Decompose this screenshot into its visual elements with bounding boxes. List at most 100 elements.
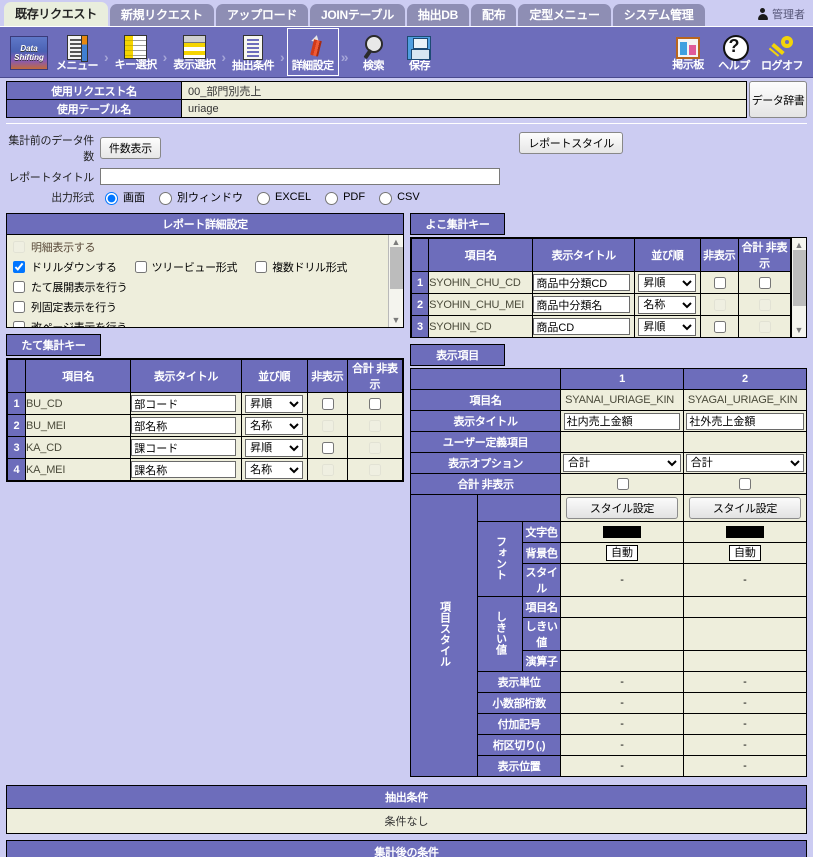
checkbox-pagebreak[interactable]: [13, 321, 25, 327]
radio-pdf-input[interactable]: [325, 192, 339, 205]
tab-extract-db[interactable]: 抽出DB: [406, 4, 470, 26]
tate-row4-total-checkbox[interactable]: [369, 463, 382, 476]
radio-csv-input[interactable]: [379, 192, 393, 205]
col1-font-color-swatch[interactable]: [603, 526, 642, 539]
yoko-row2-total-checkbox[interactable]: [758, 298, 771, 311]
tate-row2-hide-checkbox[interactable]: [321, 419, 334, 432]
yoko-row3-order-select[interactable]: 昇順: [638, 317, 697, 336]
show-count-button[interactable]: 件数表示: [100, 137, 161, 159]
scroll-thumb[interactable]: [390, 247, 403, 289]
scroll-down-arrow-icon[interactable]: ▼: [795, 323, 804, 337]
yoko-row3-hide-checkbox[interactable]: [713, 320, 726, 333]
toolbar-display-select-button[interactable]: 表示選択: [169, 28, 219, 76]
tate-row1-order-select[interactable]: 昇順: [245, 394, 304, 413]
tab-new-request[interactable]: 新規リクエスト: [109, 4, 214, 26]
yoko-row2-order-select[interactable]: 名称: [638, 295, 697, 314]
drilldown-sub-treeview: ツリービュー形式: [134, 259, 238, 275]
tate-row2-order-select[interactable]: 名称: [245, 416, 304, 435]
yoko-row1-title-input[interactable]: [533, 274, 631, 291]
table-name-row: 使用テーブル名 uriage: [6, 99, 747, 118]
toolbar-bulletin-board-button[interactable]: 掲示板: [665, 28, 711, 76]
toolbar-logoff-button[interactable]: ログオフ: [757, 28, 807, 76]
checkbox-drilldown[interactable]: [13, 261, 25, 273]
tate-row3-title-input[interactable]: [131, 439, 237, 456]
col1-display-option-select[interactable]: 合計: [563, 454, 682, 472]
tab-distribute[interactable]: 配布: [471, 4, 517, 26]
tab-system-admin[interactable]: システム管理: [612, 4, 705, 26]
toolbar-detail-settings-button[interactable]: 詳細設定: [286, 28, 339, 76]
yoko-row2-hide-checkbox[interactable]: [713, 298, 726, 311]
tate-row3-total-checkbox[interactable]: [369, 441, 382, 454]
tate-row1-total-checkbox[interactable]: [369, 397, 382, 410]
col1-style-settings-button[interactable]: スタイル設定: [566, 497, 679, 519]
yoko-row2-title-input[interactable]: [533, 296, 631, 313]
col2-style-settings-button[interactable]: スタイル設定: [688, 497, 802, 519]
checkbox-vertical-expand[interactable]: [13, 281, 25, 293]
tab-existing-request[interactable]: 既存リクエスト: [4, 2, 108, 26]
yoko-row1-total-checkbox[interactable]: [758, 276, 771, 289]
tate-row1-hide-checkbox[interactable]: [321, 397, 334, 410]
col2-display-option-select[interactable]: 合計: [685, 454, 805, 472]
radio-option-excel[interactable]: EXCEL: [252, 189, 311, 205]
bulletin-board-icon: [676, 37, 700, 59]
scroll-thumb[interactable]: [793, 250, 806, 306]
tate-row4-hide-checkbox[interactable]: [321, 463, 334, 476]
col2-font-color-swatch[interactable]: [725, 526, 764, 539]
app-logo[interactable]: Data Shifting: [6, 28, 52, 76]
tate-row4-title-input[interactable]: [131, 461, 237, 478]
yoko-row3-title-input[interactable]: [533, 318, 631, 335]
tab-join-table[interactable]: JOINテーブル: [310, 4, 405, 26]
radio-excel-input[interactable]: [257, 192, 270, 205]
checkbox-treeview-format[interactable]: [134, 261, 147, 273]
yoko-row1-hide-checkbox[interactable]: [713, 276, 726, 289]
yoko-key-scrollbar[interactable]: ▲ ▼: [791, 238, 806, 337]
report-title-input[interactable]: [100, 168, 500, 185]
toolbar-filter-condition-button[interactable]: 抽出条件: [228, 28, 278, 76]
col1-display-title-input[interactable]: [563, 412, 681, 430]
data-dictionary-button[interactable]: データ辞書: [749, 81, 807, 118]
table-row: 4 SYOHIN_MEI 名称: [412, 338, 791, 339]
tate-row3-order-select[interactable]: 昇順: [245, 438, 304, 457]
radio-newwindow-input[interactable]: [159, 192, 172, 205]
tate-row2-total-checkbox[interactable]: [369, 419, 382, 432]
col2-total-hide-checkbox[interactable]: [739, 478, 752, 490]
tate-row2-title-input[interactable]: [131, 417, 237, 434]
col2-display-position: -: [682, 755, 808, 777]
col1-threshold-field: [560, 596, 684, 618]
checkbox-detail-display[interactable]: [13, 241, 25, 253]
report-style-button[interactable]: レポートスタイル: [519, 132, 623, 154]
yoko-row3-total-checkbox[interactable]: [758, 320, 771, 333]
report-detail-options-list: 明細表示する ドリルダウンする ツリービュー形式 複数ドリル形式 たて展開表示を…: [7, 235, 403, 327]
toolbar-help-button[interactable]: ヘルプ: [711, 28, 757, 76]
tate-row1-title-input[interactable]: [131, 395, 237, 412]
tate-row4-order-select[interactable]: 名称: [245, 460, 304, 479]
toolbar-save-button[interactable]: 保存: [396, 28, 442, 76]
data-count-row: 集計前のデータ件数 件数表示 レポートスタイル: [8, 132, 805, 164]
report-detail-scrollbar[interactable]: ▲ ▼: [388, 235, 403, 327]
tab-standard-menu[interactable]: 定型メニュー: [518, 4, 611, 26]
col2-display-title-input[interactable]: [686, 412, 804, 430]
tate-row3-field: KA_CD: [25, 436, 132, 459]
radio-screen-input[interactable]: [105, 192, 118, 205]
radio-option-newwindow[interactable]: 別ウィンドウ: [154, 189, 243, 205]
toolbar-key-select-button[interactable]: キー選択: [111, 28, 161, 76]
col1-bg-color-auto[interactable]: 自動: [606, 545, 639, 561]
yoko-row1-field: SYOHIN_CHU_CD: [428, 271, 534, 294]
radio-option-csv[interactable]: CSV: [374, 189, 420, 205]
radio-option-pdf[interactable]: PDF: [320, 189, 365, 205]
tate-row3-hide-checkbox[interactable]: [321, 441, 334, 454]
font-vertical-label: フォント: [494, 535, 507, 580]
scroll-down-arrow-icon[interactable]: ▼: [392, 313, 401, 327]
col1-total-hide-checkbox[interactable]: [616, 478, 629, 490]
tab-upload[interactable]: アップロード: [215, 4, 309, 26]
col2-bg-color-auto[interactable]: 自動: [728, 545, 761, 561]
yoko-key-section: よこ集計キー 項目名 表示タイトル 並び順 非表示 合計 非表示 1 SYOHI…: [410, 213, 807, 338]
yoko-row1-order-select[interactable]: 昇順: [638, 273, 697, 292]
checkbox-column-fix[interactable]: [13, 301, 25, 313]
checkbox-multidrill-format[interactable]: [255, 261, 268, 273]
user-info: 管理者: [757, 6, 805, 26]
toolbar-menu-button[interactable]: メニュー: [52, 28, 102, 76]
toolbar-search-button[interactable]: 検索: [350, 28, 396, 76]
radio-option-screen[interactable]: 画面: [100, 189, 145, 205]
extraction-condition-body: 条件なし: [7, 809, 806, 833]
